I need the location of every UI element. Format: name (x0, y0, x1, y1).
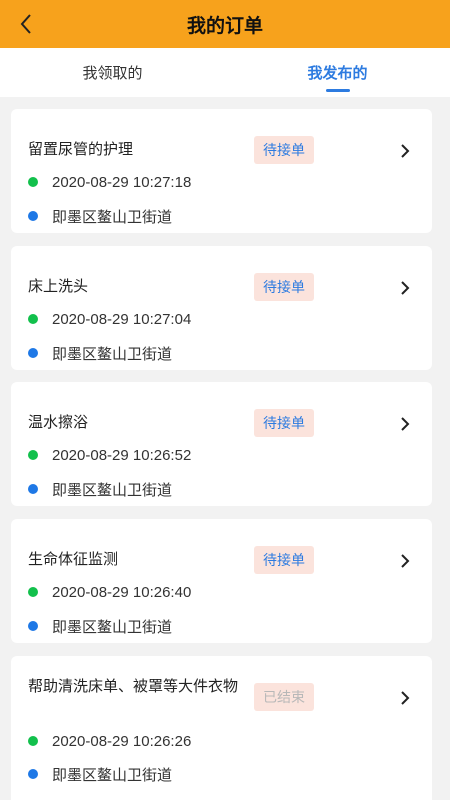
order-title: 温水擦浴 (28, 414, 89, 431)
order-title: 留置尿管的护理 (28, 141, 134, 158)
order-time: 2020-08-29 10:27:04 (52, 310, 192, 328)
order-time-row: 2020-08-29 10:26:26 (28, 731, 191, 751)
order-card[interactable]: 温水擦浴 待接单 2020-08-29 10:26:52 即墨区鳌山卫街道 (11, 382, 432, 506)
chevron-right-icon (395, 688, 415, 708)
status-badge: 待接单 (254, 546, 314, 574)
order-card[interactable]: 床上洗头 待接单 2020-08-29 10:27:04 即墨区鳌山卫街道 (11, 246, 432, 370)
order-location: 即墨区鳌山卫街道 (52, 208, 173, 226)
status-badge: 待接单 (254, 273, 314, 301)
location-dot-icon (28, 211, 38, 221)
header-bar: 我的订单 (0, 0, 450, 48)
order-location: 即墨区鳌山卫街道 (52, 481, 173, 499)
time-dot-icon (28, 314, 38, 324)
order-title: 生命体征监测 (28, 551, 119, 568)
order-location: 即墨区鳌山卫街道 (52, 618, 173, 636)
order-location-row: 即墨区鳌山卫街道 (28, 206, 172, 226)
chevron-right-icon (395, 141, 415, 161)
order-location-row: 即墨区鳌山卫街道 (28, 479, 172, 499)
order-time: 2020-08-29 10:26:52 (52, 446, 192, 464)
time-dot-icon (28, 587, 38, 597)
order-list: 留置尿管的护理 待接单 2020-08-29 10:27:18 即墨区鳌山卫街道… (0, 97, 450, 800)
order-title: 床上洗头 (28, 278, 89, 295)
order-title: 帮助清洗床单、被罩等大件衣物 (28, 678, 239, 695)
status-badge: 已结束 (254, 683, 314, 711)
time-dot-icon (28, 736, 38, 746)
order-card[interactable]: 留置尿管的护理 待接单 2020-08-29 10:27:18 即墨区鳌山卫街道 (11, 109, 432, 233)
tab-bar: 我领取的 我发布的 (0, 48, 450, 97)
tab-active-indicator (325, 89, 350, 92)
order-time-row: 2020-08-29 10:27:04 (28, 309, 191, 329)
order-location-row: 即墨区鳌山卫街道 (28, 343, 172, 363)
back-button[interactable] (8, 6, 44, 42)
order-card[interactable]: 生命体征监测 待接单 2020-08-29 10:26:40 即墨区鳌山卫街道 (11, 519, 432, 643)
order-time-row: 2020-08-29 10:26:52 (28, 445, 191, 465)
order-time-row: 2020-08-29 10:27:18 (28, 172, 191, 192)
status-badge: 待接单 (254, 136, 314, 164)
tab-published[interactable]: 我发布的 (225, 48, 450, 97)
order-time: 2020-08-29 10:27:18 (52, 173, 192, 191)
chevron-left-icon (20, 14, 31, 34)
location-dot-icon (28, 348, 38, 358)
chevron-right-icon (395, 414, 415, 434)
tab-label: 我领取的 (82, 65, 143, 82)
chevron-right-icon (395, 551, 415, 571)
location-dot-icon (28, 621, 38, 631)
order-time: 2020-08-29 10:26:40 (52, 583, 192, 601)
location-dot-icon (28, 484, 38, 494)
tab-label: 我发布的 (307, 65, 368, 82)
order-time: 2020-08-29 10:26:26 (52, 732, 192, 750)
tab-received[interactable]: 我领取的 (0, 48, 225, 97)
chevron-right-icon (395, 278, 415, 298)
order-location: 即墨区鳌山卫街道 (52, 766, 173, 784)
order-location-row: 即墨区鳌山卫街道 (28, 764, 172, 784)
order-time-row: 2020-08-29 10:26:40 (28, 582, 191, 602)
order-location: 即墨区鳌山卫街道 (52, 345, 173, 363)
page-title: 我的订单 (186, 15, 263, 37)
order-location-row: 即墨区鳌山卫街道 (28, 616, 172, 636)
time-dot-icon (28, 450, 38, 460)
order-card[interactable]: 帮助清洗床单、被罩等大件衣物 已结束 2020-08-29 10:26:26 即… (11, 656, 432, 800)
location-dot-icon (28, 769, 38, 779)
time-dot-icon (28, 177, 38, 187)
status-badge: 待接单 (254, 409, 314, 437)
